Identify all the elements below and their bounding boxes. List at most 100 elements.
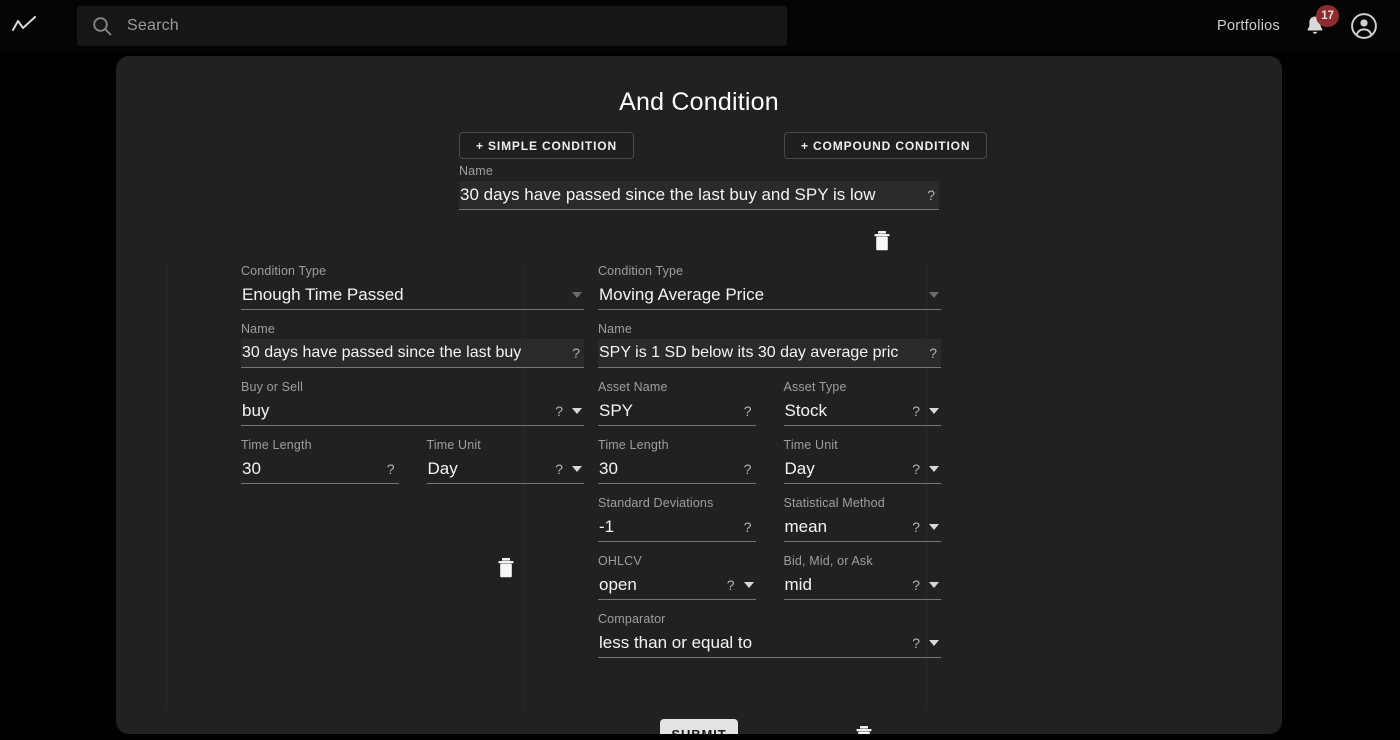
help-icon[interactable]: ?: [908, 403, 924, 419]
help-icon[interactable]: ?: [908, 577, 924, 593]
field-value[interactable]: -1: [598, 516, 740, 538]
search-input[interactable]: Search: [127, 17, 179, 35]
chevron-down-icon[interactable]: [929, 466, 939, 472]
help-icon[interactable]: ?: [383, 461, 399, 477]
statistical-method-select[interactable]: mean ?: [783, 513, 941, 542]
field-value[interactable]: 30: [598, 458, 740, 480]
trash-icon: [872, 230, 892, 252]
delete-condition-button-moving-average-price[interactable]: [854, 725, 874, 734]
help-icon[interactable]: ?: [925, 345, 941, 361]
field-value[interactable]: open: [598, 574, 723, 596]
time-length-field: Time Length 30 ?: [241, 438, 399, 484]
panel-divider-left: [166, 264, 167, 709]
asset-type-select[interactable]: Stock ?: [783, 397, 941, 426]
field-value[interactable]: SPY is 1 SD below its 30 day average pri…: [598, 342, 925, 364]
compound-name-field: Name 30 days have passed since the last …: [459, 164, 939, 210]
chevron-down-icon[interactable]: [929, 582, 939, 588]
help-icon[interactable]: ?: [908, 635, 924, 651]
field-value[interactable]: 30: [241, 458, 383, 480]
search-icon: [91, 15, 113, 37]
help-icon[interactable]: ?: [551, 461, 567, 477]
time-length-input[interactable]: 30 ?: [598, 455, 756, 484]
price-source-row: OHLCV open ? Bid, Mid, or Ask mid ?: [598, 554, 941, 600]
field-value[interactable]: Day: [784, 458, 909, 480]
condition-name-field: Name SPY is 1 SD below its 30 day averag…: [598, 322, 941, 368]
condition-panel-enough-time-passed: Condition Type Enough Time Passed Name 3…: [241, 264, 584, 496]
help-icon[interactable]: ?: [551, 403, 567, 419]
field-label: Comparator: [598, 612, 666, 626]
field-value[interactable]: SPY: [598, 400, 740, 422]
ohlcv-field: OHLCV open ?: [598, 554, 756, 600]
submit-button[interactable]: SUBMIT: [660, 719, 738, 734]
buy-or-sell-select[interactable]: buy ?: [241, 397, 584, 426]
ohlcv-select[interactable]: open ?: [598, 571, 756, 600]
field-value[interactable]: Stock: [784, 400, 909, 422]
time-unit-field: Time Unit Day ?: [783, 438, 941, 484]
time-unit-field: Time Unit Day ?: [426, 438, 584, 484]
field-label: Asset Type: [783, 380, 847, 394]
field-label: Time Length: [241, 438, 312, 452]
condition-name-field: Name 30 days have passed since the last …: [241, 322, 584, 368]
notifications-button[interactable]: 17: [1302, 5, 1339, 39]
condition-panel-moving-average-price: Condition Type Moving Average Price Name…: [598, 264, 941, 670]
comparator-select[interactable]: less than or equal to ?: [598, 629, 941, 658]
help-icon[interactable]: ?: [923, 187, 939, 203]
chevron-down-icon[interactable]: [929, 640, 939, 646]
help-icon[interactable]: ?: [908, 461, 924, 477]
help-icon[interactable]: ?: [740, 519, 756, 535]
field-label: Statistical Method: [783, 496, 885, 510]
field-label: Buy or Sell: [241, 380, 304, 394]
condition-type-select[interactable]: Enough Time Passed: [241, 281, 584, 310]
asset-type-field: Asset Type Stock ?: [783, 380, 941, 426]
chevron-down-icon[interactable]: [929, 524, 939, 530]
standard-deviations-input[interactable]: -1 ?: [598, 513, 756, 542]
add-simple-condition-button[interactable]: + SIMPLE CONDITION: [459, 132, 634, 159]
notification-count-badge: 17: [1316, 5, 1339, 27]
chevron-down-icon[interactable]: [929, 408, 939, 414]
field-label: Time Unit: [783, 438, 838, 452]
condition-name-input[interactable]: SPY is 1 SD below its 30 day average pri…: [598, 339, 941, 368]
condition-type-select[interactable]: Moving Average Price: [598, 281, 941, 310]
chevron-down-icon[interactable]: [929, 292, 939, 298]
delete-compound-condition-button[interactable]: [872, 230, 892, 252]
field-label: Name: [241, 322, 275, 336]
field-value[interactable]: 30 days have passed since the last buy: [241, 342, 568, 364]
help-icon[interactable]: ?: [908, 519, 924, 535]
compound-name-input[interactable]: 30 days have passed since the last buy a…: [459, 181, 939, 210]
time-unit-select[interactable]: Day ?: [426, 455, 584, 484]
field-value[interactable]: Moving Average Price: [598, 284, 924, 306]
time-length-field: Time Length 30 ?: [598, 438, 756, 484]
condition-type-field: Condition Type Enough Time Passed: [241, 264, 584, 310]
delete-condition-button-enough-time-passed[interactable]: [496, 557, 516, 579]
time-length-input[interactable]: 30 ?: [241, 455, 399, 484]
field-label: Name: [598, 322, 632, 336]
field-label: Time Length: [598, 438, 669, 452]
help-icon[interactable]: ?: [740, 461, 756, 477]
field-value[interactable]: Day: [427, 458, 552, 480]
chevron-down-icon[interactable]: [572, 292, 582, 298]
field-value[interactable]: mean: [784, 516, 909, 538]
field-value[interactable]: Enough Time Passed: [241, 284, 567, 306]
chevron-down-icon[interactable]: [743, 582, 754, 588]
portfolios-link[interactable]: Portfolios: [1217, 18, 1280, 34]
bid-mid-ask-select[interactable]: mid ?: [783, 571, 941, 600]
field-value[interactable]: mid: [784, 574, 909, 596]
chevron-down-icon[interactable]: [572, 466, 582, 472]
help-icon[interactable]: ?: [723, 577, 739, 593]
app-header: Search Portfolios 17: [0, 0, 1400, 52]
field-label: Condition Type: [241, 264, 327, 278]
time-unit-select[interactable]: Day ?: [783, 455, 941, 484]
field-value[interactable]: 30 days have passed since the last buy a…: [459, 184, 923, 206]
chevron-down-icon[interactable]: [572, 408, 582, 414]
add-compound-condition-button[interactable]: + COMPOUND CONDITION: [784, 132, 988, 159]
field-value[interactable]: less than or equal to: [598, 632, 908, 654]
help-icon[interactable]: ?: [740, 403, 756, 419]
field-label: OHLCV: [598, 554, 642, 568]
account-circle-icon[interactable]: [1350, 12, 1378, 40]
help-icon[interactable]: ?: [568, 345, 584, 361]
asset-name-input[interactable]: SPY ?: [598, 397, 756, 426]
field-value[interactable]: buy: [241, 400, 551, 422]
app-logo[interactable]: [0, 0, 48, 52]
search-bar[interactable]: Search: [77, 6, 787, 46]
condition-name-input[interactable]: 30 days have passed since the last buy ?: [241, 339, 584, 368]
